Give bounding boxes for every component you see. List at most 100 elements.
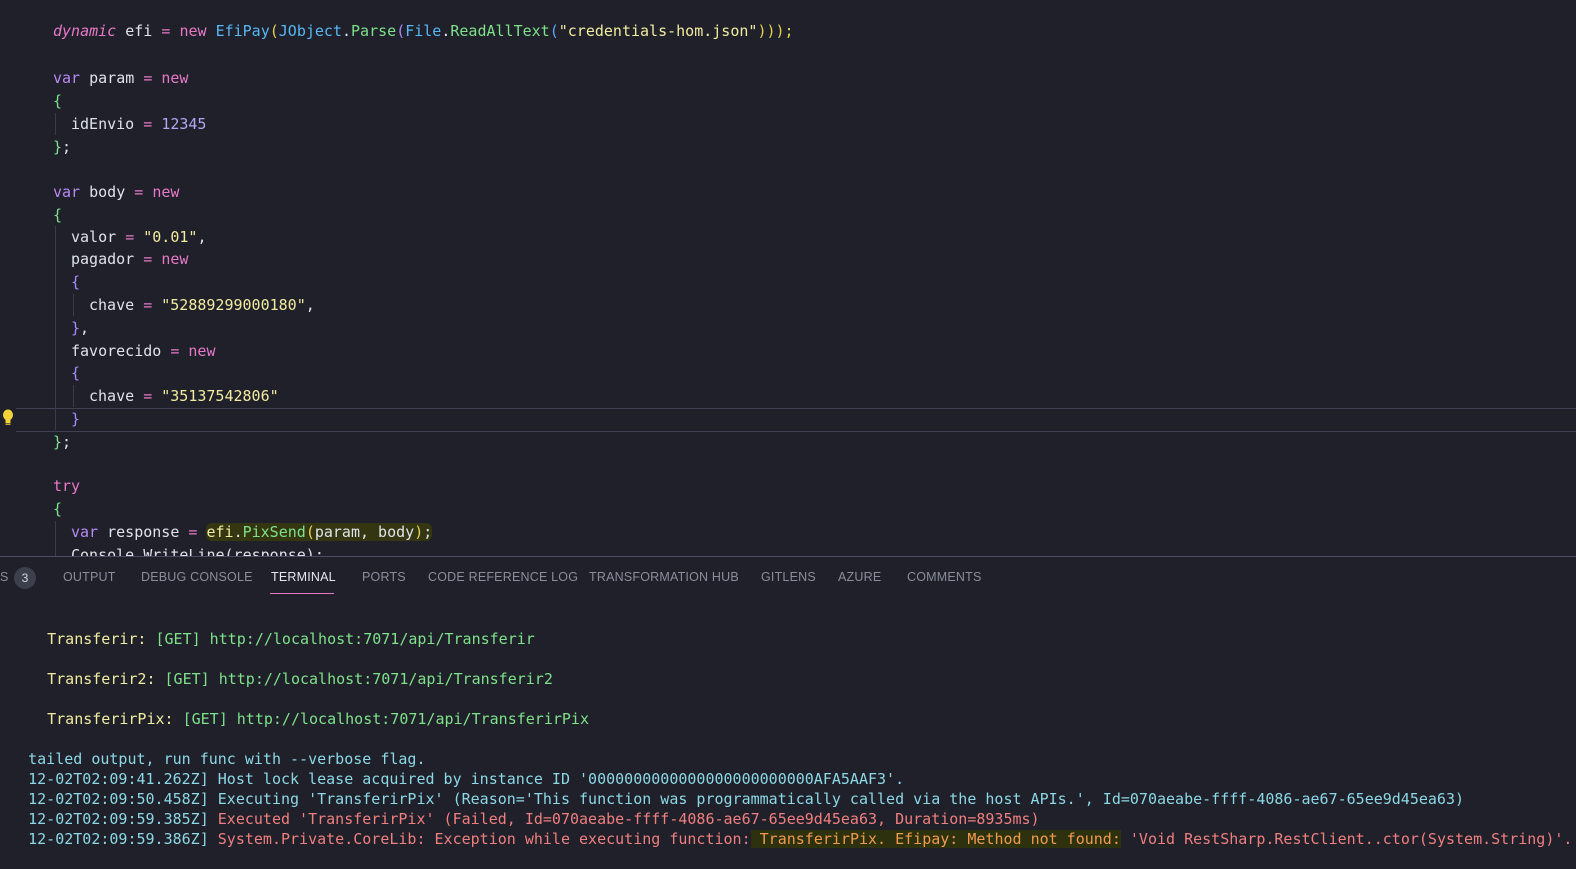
- indent-guide: [55, 521, 56, 556]
- operator: =: [143, 296, 153, 314]
- identifier: param: [80, 69, 144, 87]
- semicolon: ;: [62, 138, 72, 156]
- brace: {: [71, 364, 81, 382]
- code-line: try: [0, 475, 80, 498]
- brace: {: [71, 273, 81, 291]
- brace: {: [53, 206, 63, 224]
- code-line: chave = "52889299000180",: [0, 294, 315, 317]
- terminal-line: TransferirPix: [GET] http://localhost:70…: [11, 689, 589, 728]
- paren: (: [396, 22, 406, 40]
- operator: =: [143, 69, 153, 87]
- identifier: chave: [89, 387, 144, 405]
- brace: {: [53, 500, 63, 518]
- terminal-line: 12-02T02:09:59.385Z] Executed 'Transferi…: [0, 789, 1039, 828]
- string-literal: "credentials-hom.json": [558, 22, 758, 40]
- keyword: new: [152, 183, 180, 201]
- identifier: efi: [116, 22, 162, 40]
- number-literal: 12345: [161, 115, 207, 133]
- code-line: chave = "35137542806": [0, 385, 279, 408]
- tab-problems-label[interactable]: S: [0, 570, 8, 584]
- code-line: favorecido = new: [0, 340, 216, 363]
- keyword: new: [188, 342, 216, 360]
- indent-guide: [55, 226, 56, 430]
- code-line: {: [0, 204, 62, 227]
- terminal-line: tailed output, run func with --verbose f…: [0, 729, 425, 768]
- current-line-highlight: [16, 408, 1576, 432]
- keyword: var: [53, 69, 81, 87]
- keyword: var: [71, 523, 99, 541]
- identifier: valor: [71, 228, 126, 246]
- code-line: };: [0, 136, 71, 159]
- terminal-line: Transferir: [GET] http://localhost:7071/…: [11, 609, 535, 648]
- tab-output[interactable]: OUTPUT: [63, 570, 116, 584]
- panel-tab-bar: S 3 OUTPUT DEBUG CONSOLE TERMINAL PORTS …: [0, 557, 1576, 597]
- semicolon: ;: [62, 433, 72, 451]
- comma: ,: [197, 228, 207, 246]
- code-line: }: [0, 408, 80, 431]
- log-error-message: 'Void RestSharp.RestClient..ctor(System.…: [1120, 830, 1573, 848]
- code-line: };: [0, 431, 71, 454]
- tab-terminal[interactable]: TERMINAL: [271, 570, 336, 584]
- code-line: {: [0, 498, 62, 521]
- identifier: favorecido: [71, 342, 171, 360]
- operator: =: [134, 183, 144, 201]
- paren: (: [305, 523, 315, 541]
- tab-transformation-hub[interactable]: TRANSFORMATION HUB: [589, 570, 739, 584]
- indent-guide: [73, 385, 74, 407]
- tab-azure[interactable]: AZURE: [838, 570, 881, 584]
- paren: )));: [757, 22, 794, 40]
- keyword: try: [53, 477, 81, 495]
- paren: (: [269, 22, 279, 40]
- keyword: new: [161, 250, 189, 268]
- identifier: body: [80, 183, 135, 201]
- code-line: {: [0, 90, 62, 113]
- semicolon: ;: [423, 523, 433, 541]
- terminal-line: 12-02T02:09:50.458Z] Executing 'Transfer…: [0, 769, 1464, 808]
- comma: ,: [305, 296, 315, 314]
- keyword: dynamic: [53, 22, 117, 40]
- tab-debug-console[interactable]: DEBUG CONSOLE: [141, 570, 253, 584]
- log-error-highlight: TransferirPix. Efipay: Method not found:: [750, 830, 1121, 848]
- tab-code-reference-log[interactable]: CODE REFERENCE LOG: [428, 570, 578, 584]
- code-editor[interactable]: dynamic efi = new EfiPay(JObject.Parse(F…: [0, 0, 1576, 556]
- operator: =: [143, 115, 153, 133]
- function-name: TransferirPix:: [47, 710, 174, 728]
- log-error-message: System.Private.CoreLib: Exception while …: [208, 830, 751, 848]
- brace: }: [71, 410, 81, 428]
- string-literal: "35137542806": [161, 387, 279, 405]
- terminal-line: Transferir2: [GET] http://localhost:7071…: [11, 649, 553, 688]
- indent-guide: [55, 113, 56, 135]
- keyword: var: [53, 183, 81, 201]
- active-tab-indicator: [270, 593, 334, 594]
- tab-gitlens[interactable]: GITLENS: [761, 570, 816, 584]
- identifier: pagador: [71, 250, 144, 268]
- brace: }: [71, 319, 81, 337]
- function-url: [GET] http://localhost:7071/api/Transfer…: [155, 670, 553, 688]
- terminal-line: 12-02T02:09:59.386Z] System.Private.Core…: [0, 809, 1572, 848]
- code-line: var body = new: [0, 181, 179, 204]
- type-name: File: [405, 22, 442, 40]
- code-line: pagador = new: [0, 248, 188, 271]
- tab-ports[interactable]: PORTS: [362, 570, 406, 584]
- keyword: new: [161, 69, 189, 87]
- brace: }: [53, 433, 63, 451]
- tab-comments[interactable]: COMMENTS: [907, 570, 982, 584]
- function-name: ReadAllText: [450, 22, 550, 40]
- dot: .: [233, 523, 243, 541]
- function-url: [GET] http://localhost:7071/api/Transfer…: [173, 710, 589, 728]
- problems-count-badge[interactable]: 3: [14, 567, 36, 589]
- operator: =: [143, 250, 153, 268]
- identifier: chave: [89, 296, 144, 314]
- terminal-line: 12-02T02:09:41.262Z] Host lock lease acq…: [0, 749, 904, 788]
- code-line: {: [0, 362, 80, 385]
- operator: =: [143, 387, 153, 405]
- function-name: Transferir2:: [47, 670, 156, 688]
- code-line: dynamic efi = new EfiPay(JObject.Parse(F…: [0, 20, 794, 43]
- string-literal: "52889299000180": [161, 296, 306, 314]
- operator: =: [125, 228, 135, 246]
- identifier: response: [98, 523, 189, 541]
